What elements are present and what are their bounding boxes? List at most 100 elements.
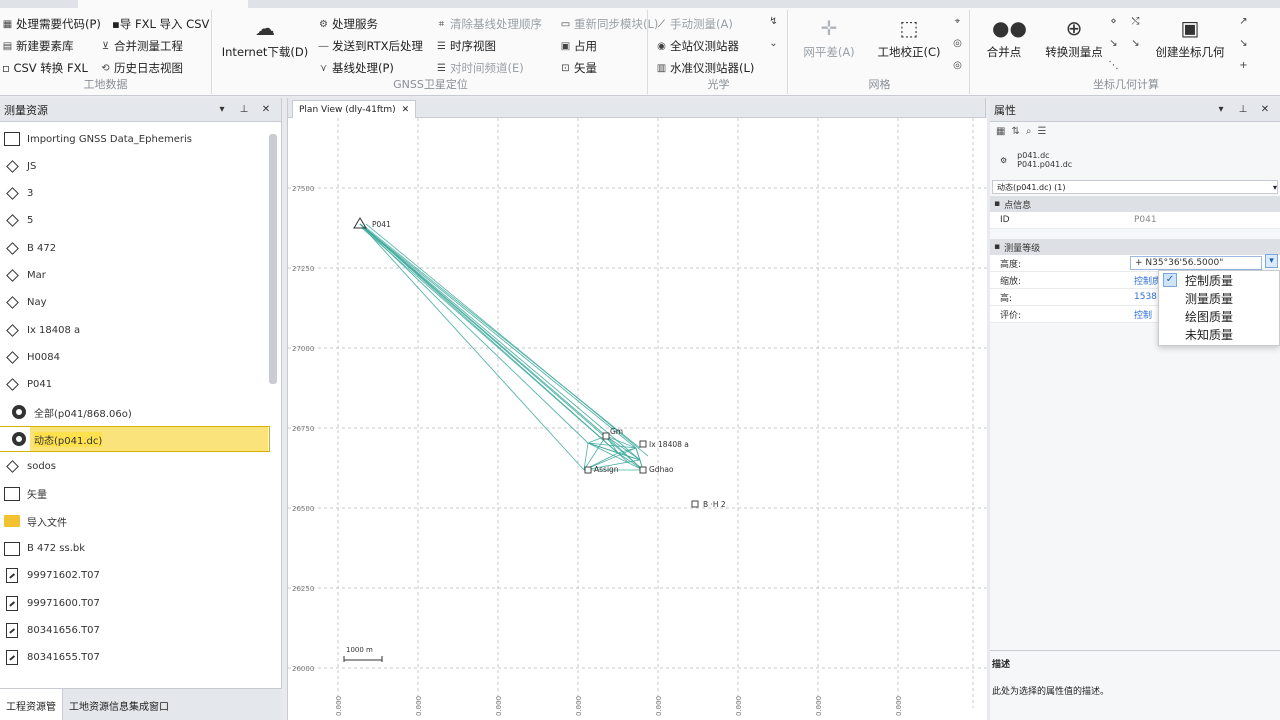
convert-survey-points-button[interactable]: ⊕ 转换测量点 bbox=[1034, 16, 1114, 60]
new-feature-library-button[interactable]: ▤ 新建要素库 bbox=[2, 38, 74, 54]
dropdown-option-unknown-quality[interactable]: 未知质量 bbox=[1159, 325, 1279, 343]
list-icon[interactable]: ☰ bbox=[1037, 126, 1046, 137]
description-text: 此处为选择的属性值的描述。 bbox=[992, 687, 1110, 697]
point-diamond-icon bbox=[3, 212, 21, 230]
tree-item[interactable]: sodos bbox=[0, 454, 270, 480]
optical-option-2-icon[interactable]: ⌄ bbox=[768, 38, 779, 49]
internet-download-button[interactable]: ☁ Internet下载(D) bbox=[220, 16, 310, 60]
import-csv-button[interactable]: ▪导 FXL 导入 CSV bbox=[112, 16, 209, 32]
total-station-button[interactable]: ◉ 全站仪测站器 bbox=[656, 38, 739, 54]
dropdown-icon[interactable]: ▾ bbox=[211, 104, 233, 115]
dropdown-toggle-icon[interactable]: ▾ bbox=[1265, 254, 1278, 268]
tree-item[interactable]: 3 bbox=[0, 181, 270, 207]
network-adjust-button[interactable]: ✛ 网平差(A) bbox=[794, 16, 864, 60]
calibration-icon: ⬚ bbox=[899, 16, 919, 40]
network-option-2-icon[interactable]: ◎ bbox=[952, 38, 963, 49]
plan-view-canvas[interactable]: 27500 27250 27000 26750 26500 26250 26000 0.000… bbox=[288, 118, 987, 720]
tree-item[interactable]: 80341656.T07 bbox=[0, 617, 270, 643]
cogo-option-1-icon[interactable]: ⋄ bbox=[1108, 16, 1119, 27]
pin-icon[interactable]: ⊥ bbox=[1232, 104, 1254, 115]
process-feature-code-button[interactable]: ▦ 处理需要代码(P) bbox=[2, 16, 101, 32]
tab-plan-view[interactable]: Plan View (dly-41ftm) ✕ bbox=[292, 100, 417, 118]
timeline-view-button[interactable]: ☰ 时序视图 bbox=[436, 38, 496, 54]
properties-view-icon[interactable]: ▦ bbox=[996, 126, 1005, 137]
site-calibration-button[interactable]: ⬚ 工地校正(C) bbox=[872, 16, 946, 60]
csv-to-fxl-button[interactable]: ▫ CSV 转换 FXL bbox=[2, 60, 88, 76]
tree-item[interactable]: 5 bbox=[0, 208, 270, 234]
cogo-option-7-icon[interactable]: ↘ bbox=[1238, 38, 1249, 49]
tree-item[interactable]: Ix 18408 a bbox=[0, 317, 270, 343]
close-icon[interactable]: ✕ bbox=[1254, 104, 1276, 115]
cogo-option-8-icon[interactable]: + bbox=[1238, 60, 1249, 71]
tree-scrollbar[interactable] bbox=[269, 134, 277, 384]
tree-item[interactable]: 导入文件 bbox=[0, 508, 270, 534]
dropdown-option-survey-quality[interactable]: 测量质量 bbox=[1159, 289, 1279, 307]
tree-item-label: 全部(p041/868.06o) bbox=[34, 408, 132, 420]
history-log-view-button[interactable]: ⟲ 历史日志视图 bbox=[100, 60, 183, 76]
box-icon bbox=[3, 485, 21, 503]
resync-module-button[interactable]: ▭ 重新同步模块(L) bbox=[560, 16, 659, 32]
category-point-info[interactable]: ▪ 点信息 bbox=[990, 196, 1280, 212]
tree-item[interactable]: 99971600.T07 bbox=[0, 590, 270, 616]
sort-icon[interactable]: ⇅ bbox=[1011, 126, 1019, 137]
category-survey-level[interactable]: ▪ 测量等级 bbox=[990, 239, 1280, 255]
x-tick-label: 0.000 bbox=[495, 696, 503, 716]
point-label: Assign bbox=[594, 465, 619, 474]
cogo-option-6-icon[interactable]: ↗ bbox=[1238, 16, 1249, 27]
close-icon[interactable]: ✕ bbox=[255, 104, 277, 115]
tree-item[interactable]: 全部(p041/868.06o) bbox=[0, 399, 270, 425]
clear-icon: ⌗ bbox=[438, 18, 445, 30]
level-station-button[interactable]: ▥ 水准仪测站器(L) bbox=[656, 60, 755, 76]
network-option-3-icon[interactable]: ◎ bbox=[952, 60, 963, 71]
survey-point-square bbox=[584, 466, 592, 474]
tree-item[interactable]: B 472 ss.bk bbox=[0, 536, 270, 562]
cogo-option-2-icon[interactable]: ⤭ bbox=[1130, 16, 1141, 27]
tree-item[interactable]: Nay bbox=[0, 290, 270, 316]
x-tick-label: 0.000 bbox=[815, 696, 823, 716]
cogo-option-5-icon[interactable]: ⋱ bbox=[1108, 60, 1119, 71]
processing-service-button[interactable]: ⚙ 处理服务 bbox=[318, 16, 378, 32]
ribbon-active-tab[interactable] bbox=[78, 0, 248, 8]
dropdown-option-mapping-quality[interactable]: 绘图质量 bbox=[1159, 307, 1279, 325]
vector-button[interactable]: ⊡ 矢量 bbox=[560, 60, 597, 76]
tree-item-label: 5 bbox=[27, 215, 34, 227]
tree-item[interactable]: 矢量 bbox=[0, 481, 270, 507]
cogo-option-3-icon[interactable]: ↘ bbox=[1108, 38, 1119, 49]
tree-item[interactable]: B 472 bbox=[0, 235, 270, 261]
point-diamond-icon bbox=[3, 376, 21, 394]
network-option-1-icon[interactable]: ⌖ bbox=[952, 16, 963, 27]
clear-baseline-order-button[interactable]: ⌗ 清除基线处理顺序 bbox=[436, 16, 542, 32]
tree-item[interactable]: H0084 bbox=[0, 344, 270, 370]
pin-icon[interactable]: ⊥ bbox=[233, 104, 255, 115]
tree-item[interactable]: P041 bbox=[0, 372, 270, 398]
search-icon[interactable]: ⌕ bbox=[1026, 126, 1032, 137]
cogo-option-4-icon[interactable]: ↘ bbox=[1130, 38, 1141, 49]
close-icon[interactable]: ✕ bbox=[402, 105, 410, 115]
tree-item[interactable]: Mar bbox=[0, 263, 270, 289]
property-row[interactable]: ID P041 bbox=[990, 212, 1280, 229]
tree-item-label: H0084 bbox=[27, 351, 60, 363]
send-to-rtx-button[interactable]: ― 发送到RTX后处理 bbox=[318, 38, 424, 54]
baseline-processing-button[interactable]: ⋎ 基线处理(P) bbox=[318, 60, 394, 76]
optical-option-1-icon[interactable]: ↯ bbox=[768, 16, 779, 27]
y-tick-label: 26750 bbox=[292, 425, 314, 433]
occupation-button[interactable]: ▣ 占用 bbox=[560, 38, 597, 54]
tab-project-explorer[interactable]: 工程资源管 bbox=[0, 689, 63, 720]
tree-item[interactable]: 80341655.T07 bbox=[0, 645, 270, 671]
merge-survey-project-button[interactable]: ⊻ 合并测量工程 bbox=[100, 38, 183, 54]
create-cogo-button[interactable]: ▣ 创建坐标几何 bbox=[1148, 16, 1232, 60]
tree-item[interactable]: Importing GNSS Data_Ephemeris bbox=[0, 126, 270, 152]
tab-integration-window[interactable]: 工地资源信息集成窗口 bbox=[63, 689, 175, 720]
time-channel-button[interactable]: ☰ 对时间频道(E) bbox=[436, 60, 524, 76]
dropdown-icon[interactable]: ▾ bbox=[1210, 104, 1232, 115]
manual-measure-button[interactable]: ⟋ 手动测量(A) bbox=[656, 16, 733, 32]
tree-item-label: 3 bbox=[27, 188, 34, 200]
dropdown-option-control-quality[interactable]: ✓ 控制质量 bbox=[1159, 271, 1279, 289]
tree-item-label: 矢量 bbox=[27, 490, 47, 502]
tree-item[interactable]: 动态(p041.dc) bbox=[0, 426, 270, 453]
level-icon: ▥ bbox=[656, 62, 667, 74]
object-selector[interactable]: 动态(p041.dc) (1) ▾ bbox=[992, 180, 1278, 194]
tree-item[interactable]: 99971602.T07 bbox=[0, 563, 270, 589]
merge-points-button[interactable]: ●● 合并点 bbox=[976, 16, 1032, 60]
tree-item[interactable]: JS bbox=[0, 153, 270, 179]
